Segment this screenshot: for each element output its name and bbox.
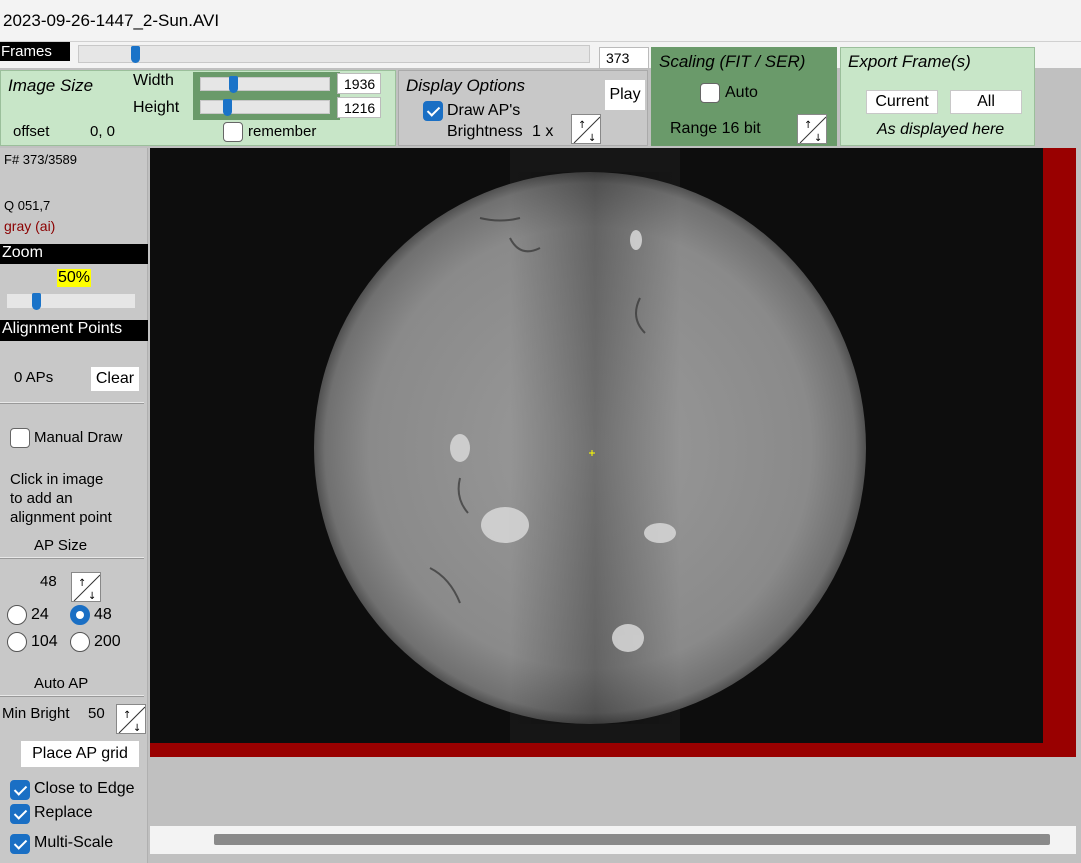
svg-text:↑: ↑ xyxy=(123,710,131,721)
window-title: 2023-09-26-1447_2-Sun.AVI xyxy=(3,11,220,30)
ap-size-spinner[interactable]: ↑ ↓ xyxy=(71,572,101,602)
updown-icon: ↑↓ xyxy=(73,574,100,602)
ap-hint-line2: to add an xyxy=(10,490,73,507)
export-note: As displayed here xyxy=(877,121,1005,138)
height-slider-thumb[interactable] xyxy=(223,99,232,116)
divider xyxy=(0,402,144,404)
height-input[interactable]: 1216 xyxy=(337,97,381,118)
brightness-label: Brightness xyxy=(447,123,523,140)
export-all-button[interactable]: All xyxy=(950,90,1022,114)
ap-size-label-200: 200 xyxy=(94,633,121,650)
ap-size-radio-104[interactable] xyxy=(7,632,27,652)
horizontal-scrollbar-thumb[interactable] xyxy=(214,834,1050,845)
brightness-value: 1 x xyxy=(532,123,554,140)
zoom-slider-thumb[interactable] xyxy=(32,293,41,310)
svg-text:↑: ↑ xyxy=(78,578,86,589)
svg-text:↓: ↓ xyxy=(588,133,596,144)
close-to-edge-checkbox[interactable] xyxy=(10,780,30,800)
offset-value: 0, 0 xyxy=(90,123,116,140)
image-size-title: Image Size xyxy=(8,76,94,95)
auto-scaling-checkbox[interactable] xyxy=(700,83,720,103)
sun-disk-image xyxy=(314,148,866,743)
auto-ap-header: Auto AP xyxy=(34,675,89,692)
width-slider-thumb[interactable] xyxy=(229,76,238,93)
draw-aps-checkbox[interactable] xyxy=(423,101,443,121)
export-title: Export Frame(s) xyxy=(848,52,971,71)
zoom-value: 50% xyxy=(57,269,92,287)
updown-icon: ↑↓ xyxy=(118,706,145,734)
ap-size-radio-200[interactable] xyxy=(70,632,90,652)
frame-counter: F# 373/3589 xyxy=(4,152,78,167)
ap-size-label-104: 104 xyxy=(31,633,58,650)
scaling-title: Scaling (FIT / SER) xyxy=(659,52,806,71)
svg-text:↓: ↓ xyxy=(814,133,822,144)
divider xyxy=(0,695,144,697)
replace-label: Replace xyxy=(34,804,93,821)
width-label: Width xyxy=(133,72,174,89)
zoom-header: Zoom xyxy=(0,244,148,264)
replace-checkbox[interactable] xyxy=(10,804,30,824)
updown-icon: ↑↓ xyxy=(573,116,600,144)
quality-value: Q 051,7 xyxy=(4,198,51,213)
ap-size-label-24: 24 xyxy=(31,606,49,623)
play-button[interactable]: Play xyxy=(604,79,646,111)
export-current-button[interactable]: Current xyxy=(866,90,938,114)
display-options-title: Display Options xyxy=(406,76,526,95)
svg-text:↓: ↓ xyxy=(88,591,96,602)
ap-size-label-48: 48 xyxy=(94,606,112,623)
min-bright-spinner[interactable]: ↑ ↓ xyxy=(116,704,146,734)
remember-label: remember xyxy=(248,123,317,140)
width-slider[interactable] xyxy=(200,76,330,93)
updown-icon: ↑↓ xyxy=(799,116,826,144)
auto-scaling-label: Auto xyxy=(725,84,758,101)
range-spinner[interactable]: ↑ ↓ xyxy=(797,114,827,144)
ap-count: 0 APs xyxy=(14,369,54,386)
svg-text:↑: ↑ xyxy=(804,120,812,131)
manual-draw-label: Manual Draw xyxy=(34,429,123,446)
ap-size-radio-48[interactable] xyxy=(70,605,90,625)
frames-slider[interactable] xyxy=(78,45,590,63)
width-input[interactable]: 1936 xyxy=(337,73,381,94)
ap-size-value: 48 xyxy=(40,573,57,590)
ap-hint-line1: Click in image xyxy=(10,471,104,488)
multi-scale-checkbox[interactable] xyxy=(10,834,30,854)
frames-slider-thumb[interactable] xyxy=(131,46,140,63)
window-titlebar: 2023-09-26-1447_2-Sun.AVI xyxy=(0,0,1081,42)
clear-aps-button[interactable]: Clear xyxy=(90,366,140,392)
min-bright-value: 50 xyxy=(88,705,105,722)
multi-scale-label: Multi-Scale xyxy=(34,834,114,851)
ap-size-radio-24[interactable] xyxy=(7,605,27,625)
color-mode: gray (ai) xyxy=(4,218,56,234)
place-ap-grid-button[interactable]: Place AP grid xyxy=(20,740,140,768)
range-label: Range 16 bit xyxy=(670,120,761,137)
brightness-spinner[interactable]: ↑ ↓ xyxy=(571,114,601,144)
zoom-slider[interactable] xyxy=(6,293,136,310)
close-to-edge-label: Close to Edge xyxy=(34,780,135,797)
svg-text:↓: ↓ xyxy=(133,723,141,734)
manual-draw-checkbox[interactable] xyxy=(10,428,30,448)
offset-label: offset xyxy=(13,123,50,140)
solar-image[interactable] xyxy=(150,148,1043,743)
alignment-points-header: Alignment Points xyxy=(0,320,148,341)
height-label: Height xyxy=(133,99,180,116)
frames-label: Frames xyxy=(0,42,70,61)
ap-hint-line3: alignment point xyxy=(10,509,112,526)
svg-text:↑: ↑ xyxy=(578,120,586,131)
remember-checkbox[interactable] xyxy=(223,122,243,142)
min-bright-label: Min Bright xyxy=(2,705,70,722)
divider xyxy=(0,557,144,559)
frame-number-input[interactable]: 373 xyxy=(599,47,649,69)
draw-aps-label: Draw AP's xyxy=(447,102,521,119)
height-slider[interactable] xyxy=(200,99,330,116)
ap-size-header: AP Size xyxy=(34,537,88,554)
